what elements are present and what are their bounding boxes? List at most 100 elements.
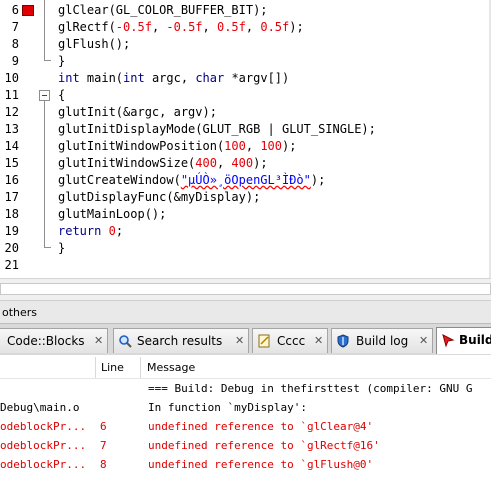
column-divider[interactable]: [140, 357, 141, 378]
code-token: glFlush();: [58, 37, 131, 51]
close-icon[interactable]: ✕: [235, 334, 244, 347]
code-line[interactable]: [58, 257, 491, 274]
code-line[interactable]: glutDisplayFunc(&myDisplay);: [58, 189, 491, 206]
fold-collapse-icon[interactable]: [39, 90, 50, 101]
close-icon[interactable]: ✕: [419, 334, 428, 347]
number-token: 0.5f: [260, 20, 290, 34]
breakpoint-marker[interactable]: [22, 5, 34, 16]
message-text-cell: In function `myDisplay':: [148, 401, 307, 414]
code-token: ,: [202, 20, 217, 34]
scrollbar-thumb[interactable]: [0, 283, 491, 295]
code-line[interactable]: int main(int argc, char *argv[]): [58, 70, 491, 87]
code-token: );: [289, 20, 304, 34]
code-line[interactable]: glutInitWindowPosition(100, 100);: [58, 138, 491, 155]
code-line[interactable]: glutCreateWindow("µÚÒ»¸öOpenGL³ÌÐò");: [58, 172, 491, 189]
message-text-cell: undefined reference to `glFlush@0': [148, 458, 374, 471]
message-row[interactable]: odeblockPr... 7 undefined reference to `gl…: [0, 436, 491, 455]
message-file-cell: odeblockPr...: [0, 420, 87, 433]
code-token: ;: [115, 224, 124, 238]
tab-label: Build log: [356, 334, 409, 348]
code-token: argc,: [144, 71, 196, 85]
messages-list-header: Line Message: [0, 357, 491, 379]
code-line[interactable]: }: [58, 53, 491, 70]
code-line[interactable]: glutInitDisplayMode(GLUT_RGB | GLUT_SING…: [58, 121, 491, 138]
tab-search-results[interactable]: Search results ✕: [113, 328, 249, 353]
line-number: 10: [4, 71, 19, 85]
code-token: glClear(GL_COLOR_BUFFER_BIT);: [58, 3, 268, 17]
column-divider[interactable]: [95, 357, 96, 378]
code-token: main(: [79, 71, 124, 85]
close-icon[interactable]: ✕: [94, 334, 103, 347]
message-row[interactable]: odeblockPr... 8 undefined reference to `gl…: [0, 455, 491, 474]
code-line[interactable]: glClear(GL_COLOR_BUFFER_BIT);: [58, 2, 491, 19]
code-token: ,: [245, 139, 261, 153]
tab-cccc[interactable]: Cccc ✕: [252, 328, 328, 353]
message-file-cell: odeblockPr...: [0, 458, 87, 471]
code-line[interactable]: return 0;: [58, 223, 491, 240]
message-text-cell: undefined reference to `glRectf@16': [148, 439, 380, 452]
line-number: 9: [11, 54, 19, 68]
line-number: 20: [4, 241, 19, 255]
code-token: );: [282, 139, 297, 153]
code-token: glutInitWindowSize(: [58, 156, 196, 170]
message-row[interactable]: Debug\main.o In function `myDisplay':: [0, 398, 491, 417]
code-token: glutCreateWindow(: [58, 173, 181, 187]
notepad-icon: [258, 334, 270, 348]
code-line[interactable]: }: [58, 240, 491, 257]
code-token: glRectf(: [58, 20, 116, 34]
code-token: glutInitWindowPosition(: [58, 139, 225, 153]
line-number: 19: [4, 224, 19, 238]
code-token: );: [310, 173, 326, 187]
number-token: 400: [231, 156, 254, 170]
line-number-gutter[interactable]: 6 7 8 9 10 11 12 13 14 15 16 17 18 19 20 21: [0, 0, 38, 278]
tab-label: Search results: [137, 334, 223, 348]
close-icon[interactable]: ✕: [314, 334, 323, 347]
column-header-line[interactable]: Line: [101, 361, 124, 374]
line-number: 15: [4, 156, 19, 170]
code-token: -: [115, 20, 124, 34]
tab-codeblocks[interactable]: Code::Blocks ✕: [0, 328, 108, 353]
line-number: 16: [4, 173, 19, 187]
search-icon: [119, 335, 132, 348]
message-line-cell: 7: [100, 439, 107, 452]
code-token: glutDisplayFunc(&myDisplay);: [58, 190, 261, 204]
code-token: *argv[]): [224, 71, 290, 85]
fold-end-marker: [44, 60, 51, 61]
keyword-token: char: [195, 71, 225, 85]
fold-guide: [44, 0, 45, 60]
code-token: }: [58, 54, 66, 68]
tab-label: Cccc: [277, 334, 306, 348]
code-token: ,: [216, 156, 232, 170]
build-messages-icon: [442, 334, 455, 347]
code-line[interactable]: glutMainLoop();: [58, 206, 491, 223]
code-token: {: [58, 88, 66, 102]
tab-label: Build: [459, 333, 491, 347]
code-line[interactable]: {: [58, 87, 491, 104]
number-token: 100: [260, 139, 282, 153]
code-editor[interactable]: 6 7 8 9 10 11 12 13 14 15 16 17 18 19 20 21 glClear(GL_…: [0, 0, 491, 278]
code-line[interactable]: glRectf(-0.5f, -0.5f, 0.5f, 0.5f);: [58, 19, 491, 36]
message-row[interactable]: odeblockPr... 6 undefined reference to `gl…: [0, 417, 491, 436]
keyword-token: int: [123, 71, 145, 85]
code-line[interactable]: glutInitWindowSize(400, 400);: [58, 155, 491, 172]
number-token: 0.5f: [173, 20, 203, 34]
code-token: );: [253, 156, 268, 170]
horizontal-scrollbar[interactable]: [0, 278, 491, 301]
fold-guide: [44, 101, 45, 247]
shield-icon: [337, 334, 349, 348]
line-number: 12: [4, 105, 19, 119]
code-area[interactable]: glClear(GL_COLOR_BUFFER_BIT); glRectf(- 0.…: [52, 0, 491, 278]
line-number: 11: [4, 88, 19, 102]
fold-end-marker: [44, 247, 51, 248]
column-header-message[interactable]: Message: [147, 361, 195, 374]
tab-build-log[interactable]: Build log ✕: [331, 328, 433, 353]
code-line[interactable]: glutInit(&argc, argv);: [58, 104, 491, 121]
message-row[interactable]: === Build: Debug in thefirsttest (compil…: [0, 379, 491, 398]
code-line[interactable]: glFlush();: [58, 36, 491, 53]
line-number: 17: [4, 190, 19, 204]
code-token: }: [58, 241, 66, 255]
message-text-cell: undefined reference to `glClear@4': [148, 420, 374, 433]
fold-margin[interactable]: [38, 0, 52, 278]
tab-build-messages[interactable]: Build: [436, 327, 491, 354]
